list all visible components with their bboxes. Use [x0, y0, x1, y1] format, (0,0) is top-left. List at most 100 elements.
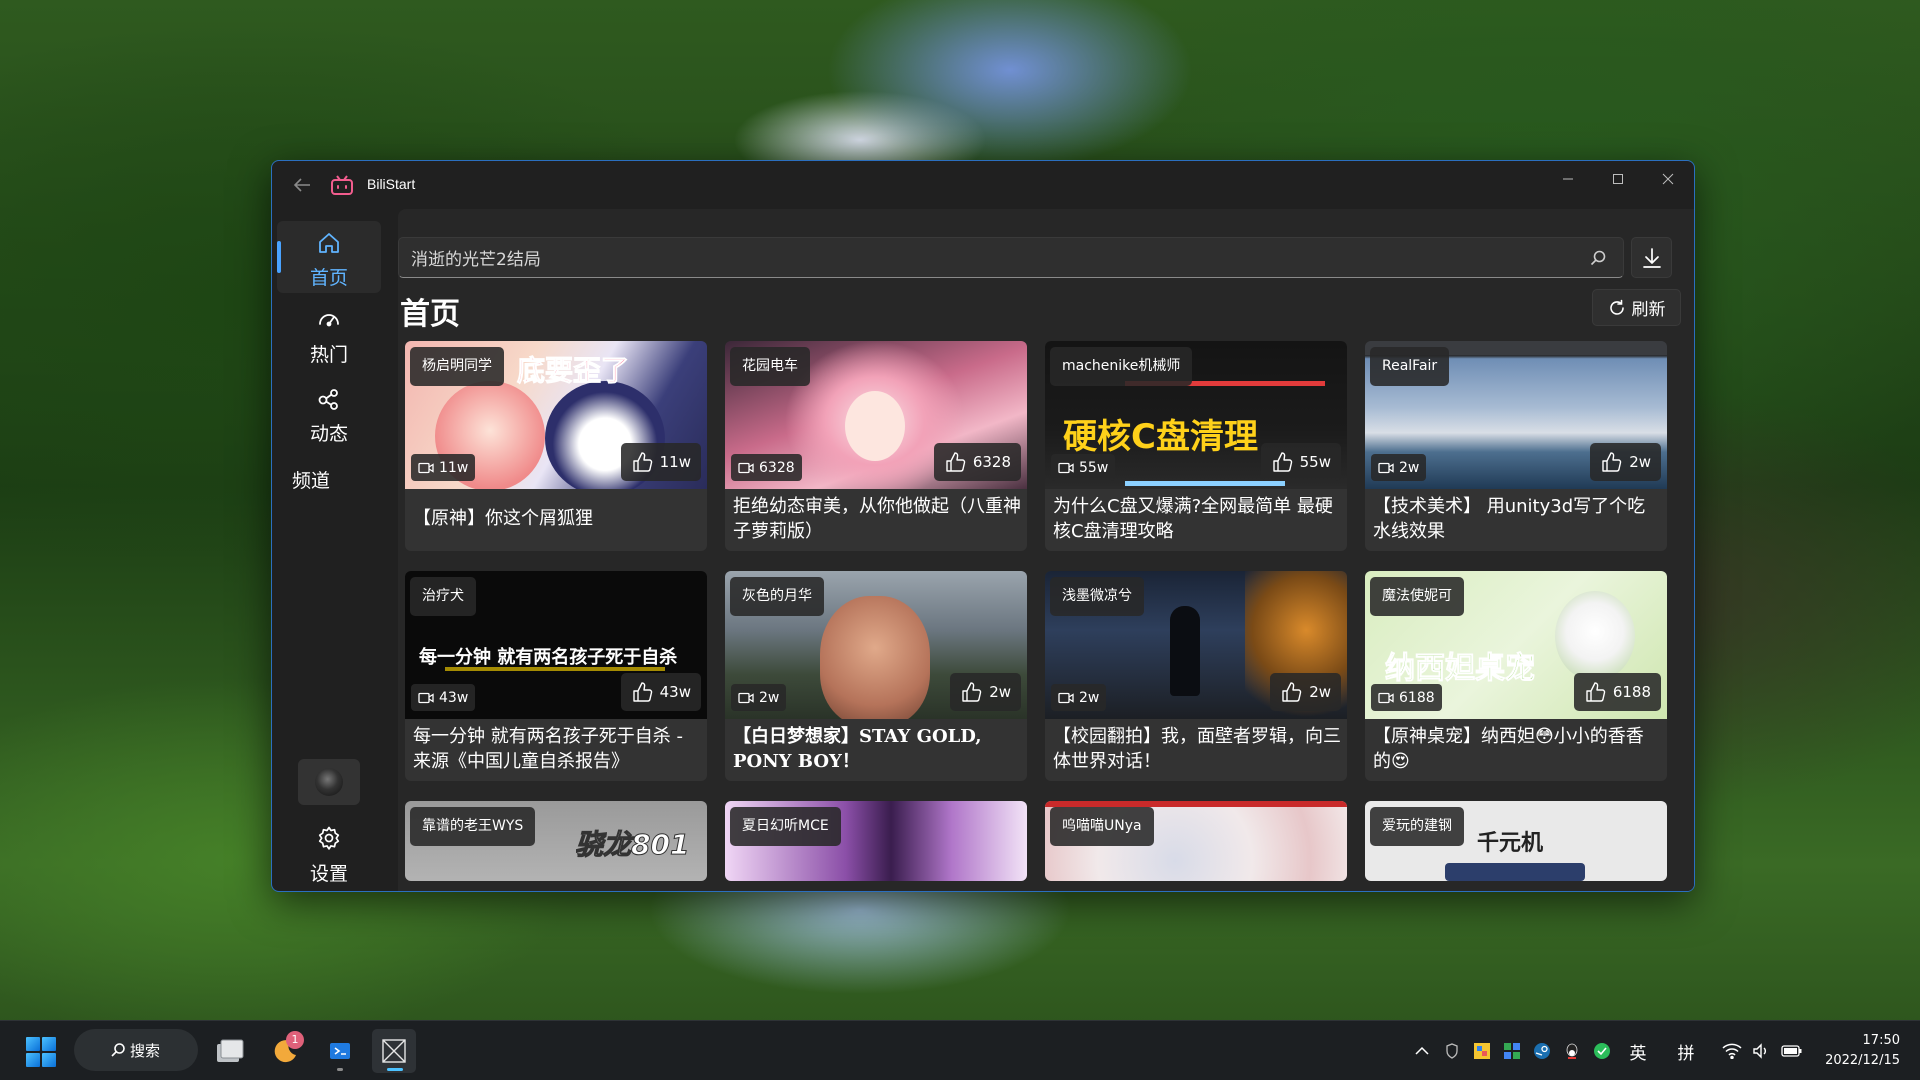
like-count: 2w	[950, 673, 1021, 711]
video-camera-icon	[738, 462, 754, 473]
play-count: 2w	[731, 684, 787, 711]
taskbar-search-label: 搜索	[130, 1041, 161, 1060]
windows-start-button[interactable]	[26, 1037, 56, 1067]
tray-icon-grid[interactable]	[1500, 1039, 1524, 1063]
like-count-value: 43w	[659, 683, 691, 701]
like-count-value: 2w	[1629, 453, 1651, 471]
search-icon	[111, 1043, 125, 1057]
nav-item-home[interactable]: 首页	[277, 221, 381, 293]
notification-badge: 1	[286, 1031, 304, 1049]
thumbs-up-icon	[632, 452, 652, 472]
tray-icon-steam[interactable]	[1530, 1039, 1554, 1063]
video-card[interactable]: 纳西妲桌宠 魔法使妮可 6188 6188 【原神桌宠】纳西妲😳小小的香香的😍	[1365, 571, 1667, 781]
trending-icon	[319, 314, 339, 327]
like-count: 6328	[933, 443, 1021, 481]
thumbs-up-icon	[946, 452, 966, 472]
avatar[interactable]	[298, 759, 360, 805]
like-count: 2w	[1590, 443, 1661, 481]
video-card[interactable]: 底要歪了 杨启明同学 11w 11w 【原神】你这个屑狐狸	[405, 341, 707, 551]
like-count-value: 6188	[1612, 683, 1651, 701]
like-count: 43w	[620, 673, 701, 711]
channel-section-label[interactable]: 频道	[292, 466, 330, 493]
play-count: 2w	[1371, 454, 1427, 481]
download-button[interactable]	[1631, 237, 1672, 278]
nav-item-trending[interactable]: 热门	[277, 298, 381, 370]
back-arrow-icon[interactable]	[290, 173, 314, 197]
like-count-value: 11w	[659, 453, 691, 471]
video-card[interactable]: 花园电车 6328 6328 拒绝幼态审美，从你他做起（八重神子萝莉版）	[725, 341, 1027, 551]
dynamic-icon	[318, 389, 338, 410]
tray-overflow-button[interactable]	[1410, 1039, 1434, 1063]
running-indicator	[387, 1068, 403, 1071]
play-count-value: 2w	[759, 689, 780, 706]
ime-mode-indicator[interactable]: 拼	[1672, 1039, 1700, 1064]
play-count: 2w	[1051, 684, 1107, 711]
nav-item-label: 热门	[309, 344, 348, 366]
thumbs-up-icon	[1272, 452, 1292, 472]
close-icon	[1662, 173, 1674, 185]
minimize-button[interactable]	[1544, 161, 1592, 197]
code-editor-icon	[330, 1043, 350, 1059]
video-camera-icon	[738, 692, 754, 703]
thumbs-up-icon	[1602, 452, 1622, 472]
video-camera-icon	[418, 462, 434, 473]
play-count: 11w	[411, 454, 476, 481]
refresh-icon	[1609, 299, 1624, 315]
taskbar-clock[interactable]: 17:50 2022/12/15	[1810, 1031, 1900, 1071]
play-count-value: 2w	[1079, 689, 1100, 706]
maximize-button[interactable]	[1594, 161, 1642, 197]
video-card[interactable]: 硬核C盘清理 machenike机械师 55w 55w 为什么C盘又爆满?全网最…	[1045, 341, 1347, 551]
battery-button[interactable]	[1778, 1039, 1806, 1063]
thumbs-up-icon	[632, 682, 652, 702]
video-title: 【原神桌宠】纳西妲😳小小的香香的😍	[1373, 726, 1644, 772]
ime-mode-label: 拼	[1677, 1043, 1695, 1064]
video-card[interactable]: 夏日幻听MCE	[725, 801, 1027, 881]
gear-icon	[318, 826, 340, 850]
window-title: BiliStart	[367, 176, 416, 192]
video-card[interactable]: RealFair 2w 2w 【技术美术】 用unity3d写了个吃水线效果	[1365, 341, 1667, 551]
close-button[interactable]	[1644, 161, 1692, 197]
video-card[interactable]: 浅墨微凉兮 2w 2w 【校园翻拍】我，面壁者罗辑，向三体世界对话！	[1045, 571, 1347, 781]
video-card[interactable]: 每一分钟 就有两名孩子死于自杀 治疗犬 43w 43w 每一分钟 就有两名孩子死…	[405, 571, 707, 781]
video-title: 拒绝幼态审美，从你他做起（八重神子萝莉版）	[733, 496, 1021, 542]
page-title: 首页	[400, 297, 460, 332]
uploader-badge: 魔法使妮可	[1370, 577, 1464, 616]
grid-app-icon	[1504, 1043, 1520, 1059]
play-count-value: 6328	[759, 459, 795, 476]
search-box[interactable]	[398, 237, 1624, 278]
play-count-value: 6188	[1399, 689, 1435, 706]
taskbar-app-moon[interactable]: 1	[262, 1029, 306, 1073]
taskbar-app-vscode[interactable]	[318, 1029, 362, 1073]
tray-icon-shield[interactable]	[1440, 1039, 1464, 1063]
video-card[interactable]: 灰色的月华 2w 2w 【白日梦想家】STAY GOLD, PONY BOY！	[725, 571, 1027, 781]
nav-item-settings[interactable]: 设置	[277, 816, 381, 888]
video-card[interactable]: 骁龙801 靠谱的老王WYS	[405, 801, 707, 881]
video-card[interactable]: 呜喵喵UNya	[1045, 801, 1347, 881]
bilistart-app-icon	[382, 1039, 406, 1063]
refresh-button[interactable]: 刷新	[1592, 289, 1681, 326]
taskbar-search-button[interactable]: 搜索	[74, 1029, 198, 1071]
play-count-value: 11w	[439, 459, 469, 476]
wifi-status-button[interactable]	[1718, 1039, 1746, 1063]
ime-language-indicator[interactable]: 英	[1624, 1039, 1652, 1064]
uploader-badge: 呜喵喵UNya	[1050, 807, 1154, 846]
ime-language-label: 英	[1629, 1043, 1647, 1064]
taskbar: 搜索 1 英 拼 17:50 2022/12/15	[0, 1020, 1920, 1080]
video-card[interactable]: 千元机 爱玩的建钢	[1365, 801, 1667, 881]
minimize-icon	[1563, 178, 1573, 180]
tray-icon-green-app[interactable]	[1590, 1039, 1614, 1063]
taskbar-app-bilistart[interactable]	[372, 1029, 416, 1073]
tray-icon-qq[interactable]	[1560, 1039, 1584, 1063]
search-icon[interactable]	[1589, 249, 1607, 267]
volume-button[interactable]	[1748, 1039, 1774, 1063]
clock-time: 17:50	[1862, 1033, 1900, 1048]
video-title: 为什么C盘又爆满?全网最简单 最硬核C盘清理攻略	[1053, 496, 1333, 542]
title-bar: BiliStart	[272, 161, 1694, 209]
tray-icon-palette[interactable]	[1470, 1039, 1494, 1063]
nav-item-dynamic[interactable]: 动态	[277, 377, 381, 449]
search-input[interactable]	[411, 238, 1561, 277]
task-view-button[interactable]	[208, 1029, 252, 1073]
video-title: 【白日梦想家】STAY GOLD, PONY BOY！	[733, 726, 982, 772]
video-title: 【技术美术】 用unity3d写了个吃水线效果	[1373, 496, 1646, 542]
running-indicator	[337, 1068, 343, 1071]
